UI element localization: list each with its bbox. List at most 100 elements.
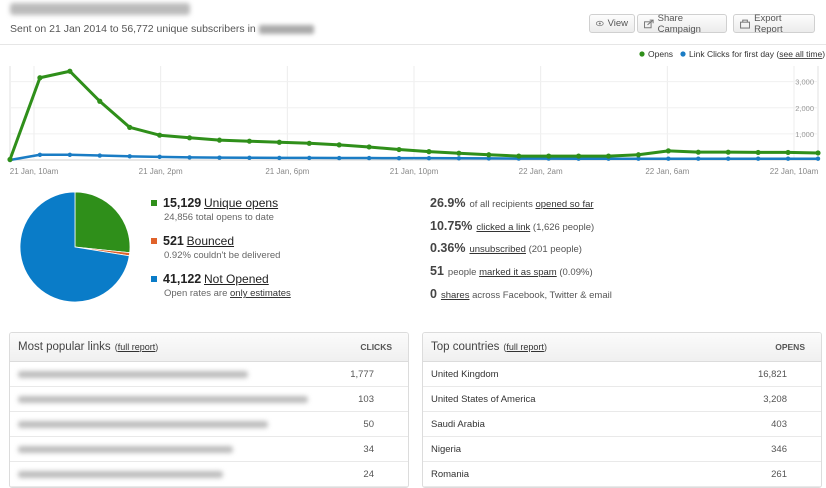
opens-point[interactable] <box>366 144 372 150</box>
clicks-point[interactable] <box>187 155 192 160</box>
stat-link[interactable]: unsubscribed <box>469 244 526 255</box>
stat-link[interactable]: clicked a link <box>476 222 530 233</box>
opens-point[interactable] <box>575 153 582 159</box>
clicks-point[interactable] <box>277 155 282 161</box>
clicks-point[interactable] <box>396 155 402 161</box>
stat-unique-opens: 15,129 Unique opens 24,856 total opens t… <box>151 196 278 223</box>
only-estimates-link[interactable]: only estimates <box>230 288 291 299</box>
legend-opens-label: Opens <box>648 49 673 59</box>
stat-text: (1,626 people) <box>530 222 595 233</box>
stat-text: of all recipients <box>469 199 536 210</box>
opens-point[interactable] <box>695 149 701 155</box>
opens-clicks-chart: Opens Link Clicks for first day (see all… <box>7 49 825 176</box>
clicks-point[interactable] <box>366 155 372 161</box>
opens-point[interactable] <box>516 153 522 159</box>
opens-point[interactable] <box>67 68 73 74</box>
campaign-header: Sent on 21 Jan 2014 to 56,772 unique sub… <box>0 0 826 45</box>
clicks-point[interactable] <box>456 156 462 161</box>
country-row: Nigeria 346 <box>423 437 821 462</box>
x-tick-label: 22 Jan, 2am <box>519 167 563 176</box>
stat-value: 10.75% <box>430 219 473 233</box>
clicks-point[interactable] <box>97 153 102 158</box>
link-url-redacted[interactable] <box>18 370 248 378</box>
stat-value: 26.9% <box>430 196 466 210</box>
opens-swatch <box>151 200 157 207</box>
link-row[interactable]: 103 <box>10 387 408 412</box>
link-row[interactable]: 24 <box>10 462 408 487</box>
clicks-point[interactable] <box>696 156 701 161</box>
opens-point[interactable] <box>815 150 821 156</box>
opens-point[interactable] <box>635 152 642 158</box>
opens-point[interactable] <box>246 138 253 144</box>
opens-point[interactable] <box>396 146 402 153</box>
link-url-redacted[interactable] <box>18 445 233 453</box>
stat-link[interactable]: marked it as spam <box>479 267 557 278</box>
opens-point[interactable] <box>665 148 671 154</box>
opens-point[interactable] <box>306 140 312 146</box>
share-campaign-button[interactable]: Share Campaign <box>637 13 727 35</box>
opens-point[interactable] <box>755 149 761 156</box>
clicks-point[interactable] <box>157 154 162 160</box>
clicks-point[interactable] <box>336 155 342 161</box>
clicks-point[interactable] <box>726 156 731 161</box>
opens-point[interactable] <box>7 156 13 163</box>
country-opens-value: 261 <box>771 468 787 480</box>
export-report-button[interactable]: Export Report <box>733 13 815 35</box>
clicks-point[interactable] <box>247 155 252 160</box>
opens-point[interactable] <box>486 152 492 158</box>
opens-point[interactable] <box>725 149 731 155</box>
opens-point[interactable] <box>546 153 552 159</box>
opens-point[interactable] <box>785 149 791 156</box>
clicks-point[interactable] <box>127 154 132 159</box>
clicks-point[interactable] <box>666 156 671 161</box>
view-button[interactable]: View <box>589 14 635 33</box>
country-opens-value: 403 <box>771 418 787 430</box>
link-clicks-value: 103 <box>358 393 374 405</box>
opens-point[interactable] <box>186 135 193 141</box>
legend-clicks-label: Link Clicks for first day (see all time) <box>689 49 825 59</box>
clicks-point[interactable] <box>815 156 821 161</box>
bounced-link[interactable]: Bounced <box>187 234 234 248</box>
clicks-point[interactable] <box>755 156 761 161</box>
opens-point[interactable] <box>276 139 282 145</box>
opens-point[interactable] <box>157 132 163 138</box>
opens-point[interactable] <box>336 142 342 148</box>
clicks-point[interactable] <box>67 152 73 157</box>
countries-full-report[interactable]: (full report) <box>503 342 547 352</box>
not-opened-link[interactable]: Not Opened <box>204 272 269 286</box>
clicks-point[interactable] <box>426 155 432 161</box>
link-row[interactable]: 1,777 <box>10 362 408 387</box>
link-row[interactable]: 50 <box>10 412 408 437</box>
clicks-point[interactable] <box>37 152 43 157</box>
list-name-redacted[interactable] <box>258 24 314 34</box>
stat-text: people <box>447 267 480 278</box>
links-full-report[interactable]: (full report) <box>115 342 159 352</box>
stat-bounced: 521 Bounced 0.92% couldn't be delivered <box>151 234 280 261</box>
stat-not-opened: 41,122 Not Opened Open rates are only es… <box>151 272 291 299</box>
opens-point[interactable] <box>605 153 612 159</box>
opens-point[interactable] <box>456 150 462 156</box>
opens-point[interactable] <box>426 149 432 155</box>
clicks-point[interactable] <box>785 156 791 161</box>
recipients-pie-chart <box>19 191 131 303</box>
opens-point[interactable] <box>127 124 133 130</box>
unique-opens-link[interactable]: Unique opens <box>204 196 278 210</box>
clicks-point[interactable] <box>307 155 312 161</box>
opens-point[interactable] <box>37 75 43 81</box>
opens-point[interactable] <box>97 98 103 104</box>
engagement-stat: 0 shares across Facebook, Twitter & email <box>430 287 612 301</box>
link-clicks-value: 50 <box>363 418 374 430</box>
stat-value: 0.36% <box>430 241 466 255</box>
link-url-redacted[interactable] <box>18 395 308 403</box>
country-row: Saudi Arabia 403 <box>423 412 821 437</box>
stat-link[interactable]: shares <box>441 290 470 301</box>
opens-point[interactable] <box>216 137 223 143</box>
see-all-time-link[interactable]: see all time <box>779 49 822 59</box>
link-url-redacted[interactable] <box>18 420 268 428</box>
clicks-point[interactable] <box>217 155 222 160</box>
link-url-redacted[interactable] <box>18 470 223 478</box>
stat-link[interactable]: opened so far <box>535 199 593 210</box>
pie-slice-unique-opens[interactable] <box>74 191 131 254</box>
country-name: United Kingdom <box>431 368 499 380</box>
link-row[interactable]: 34 <box>10 437 408 462</box>
